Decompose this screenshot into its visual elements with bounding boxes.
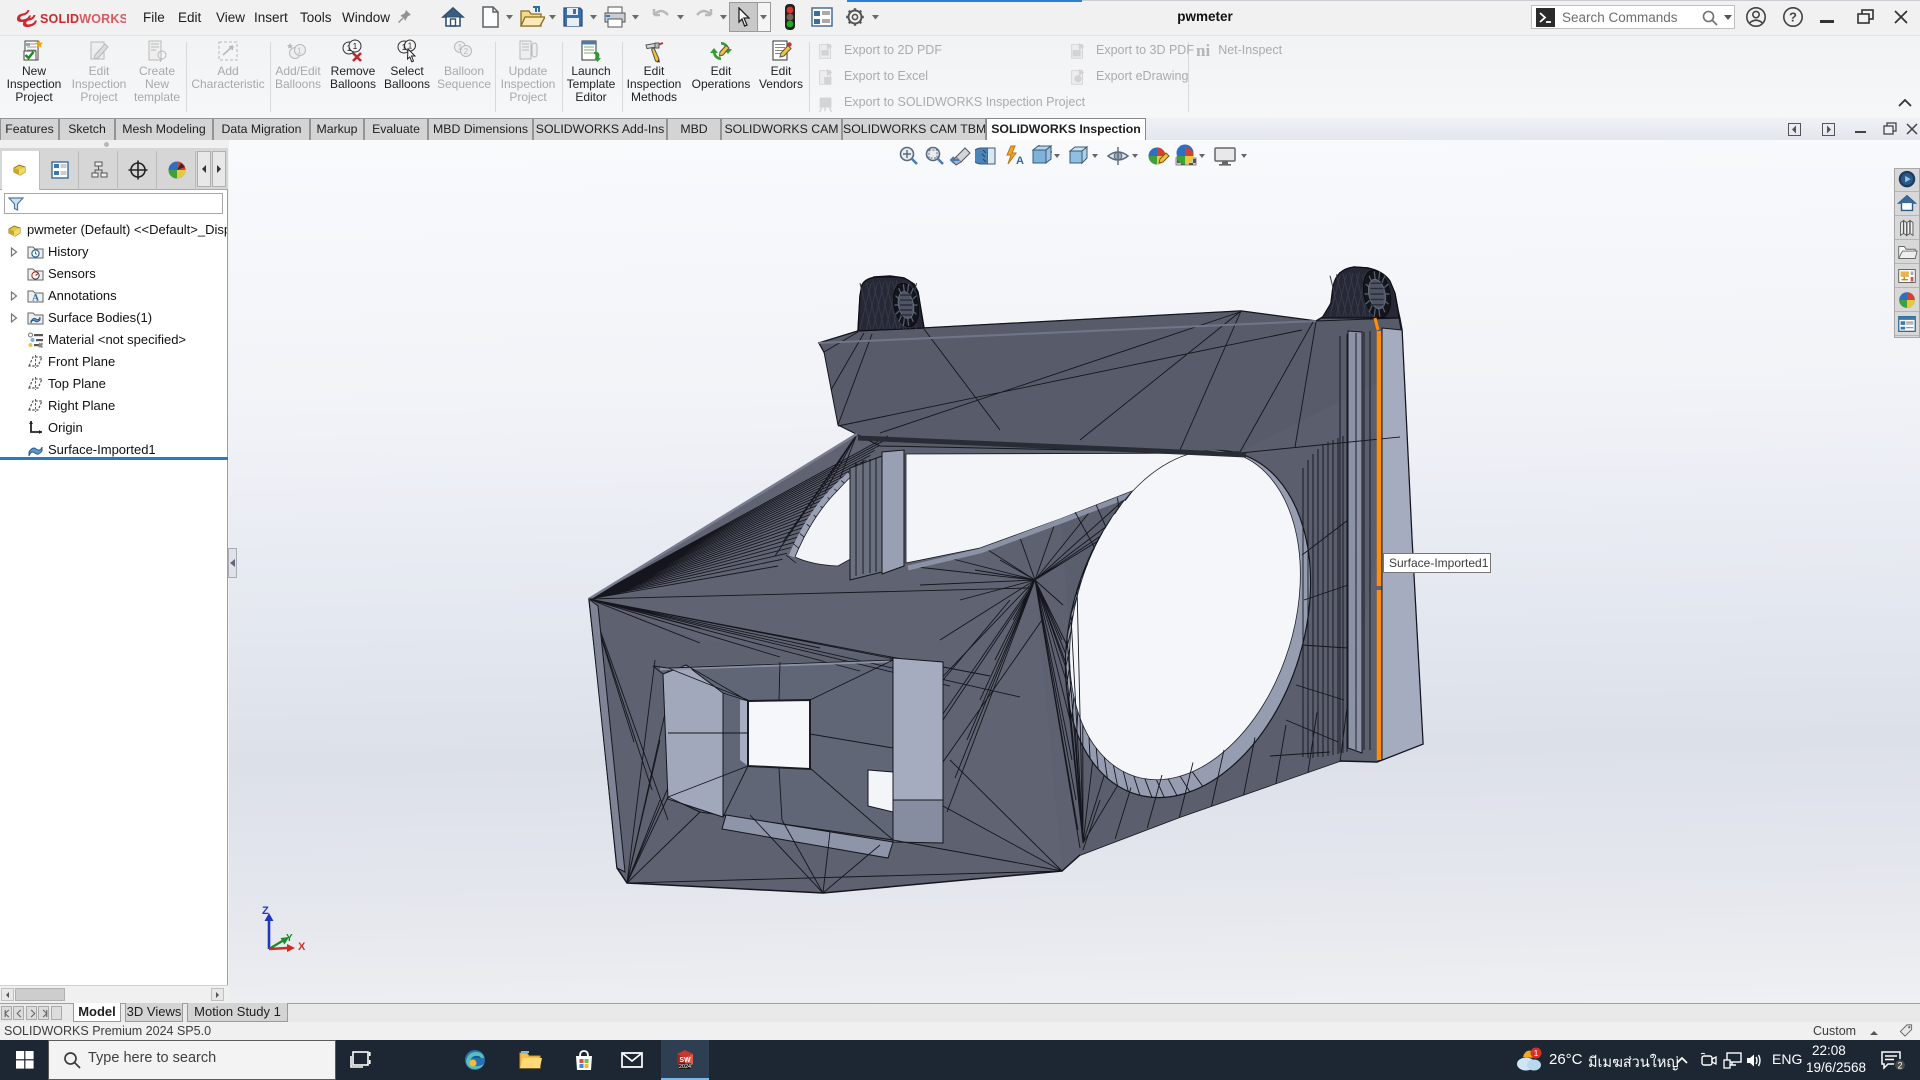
svg-text:Z: Z: [262, 905, 269, 917]
svg-text:X: X: [298, 941, 306, 953]
svg-text:Y: Y: [286, 933, 293, 944]
